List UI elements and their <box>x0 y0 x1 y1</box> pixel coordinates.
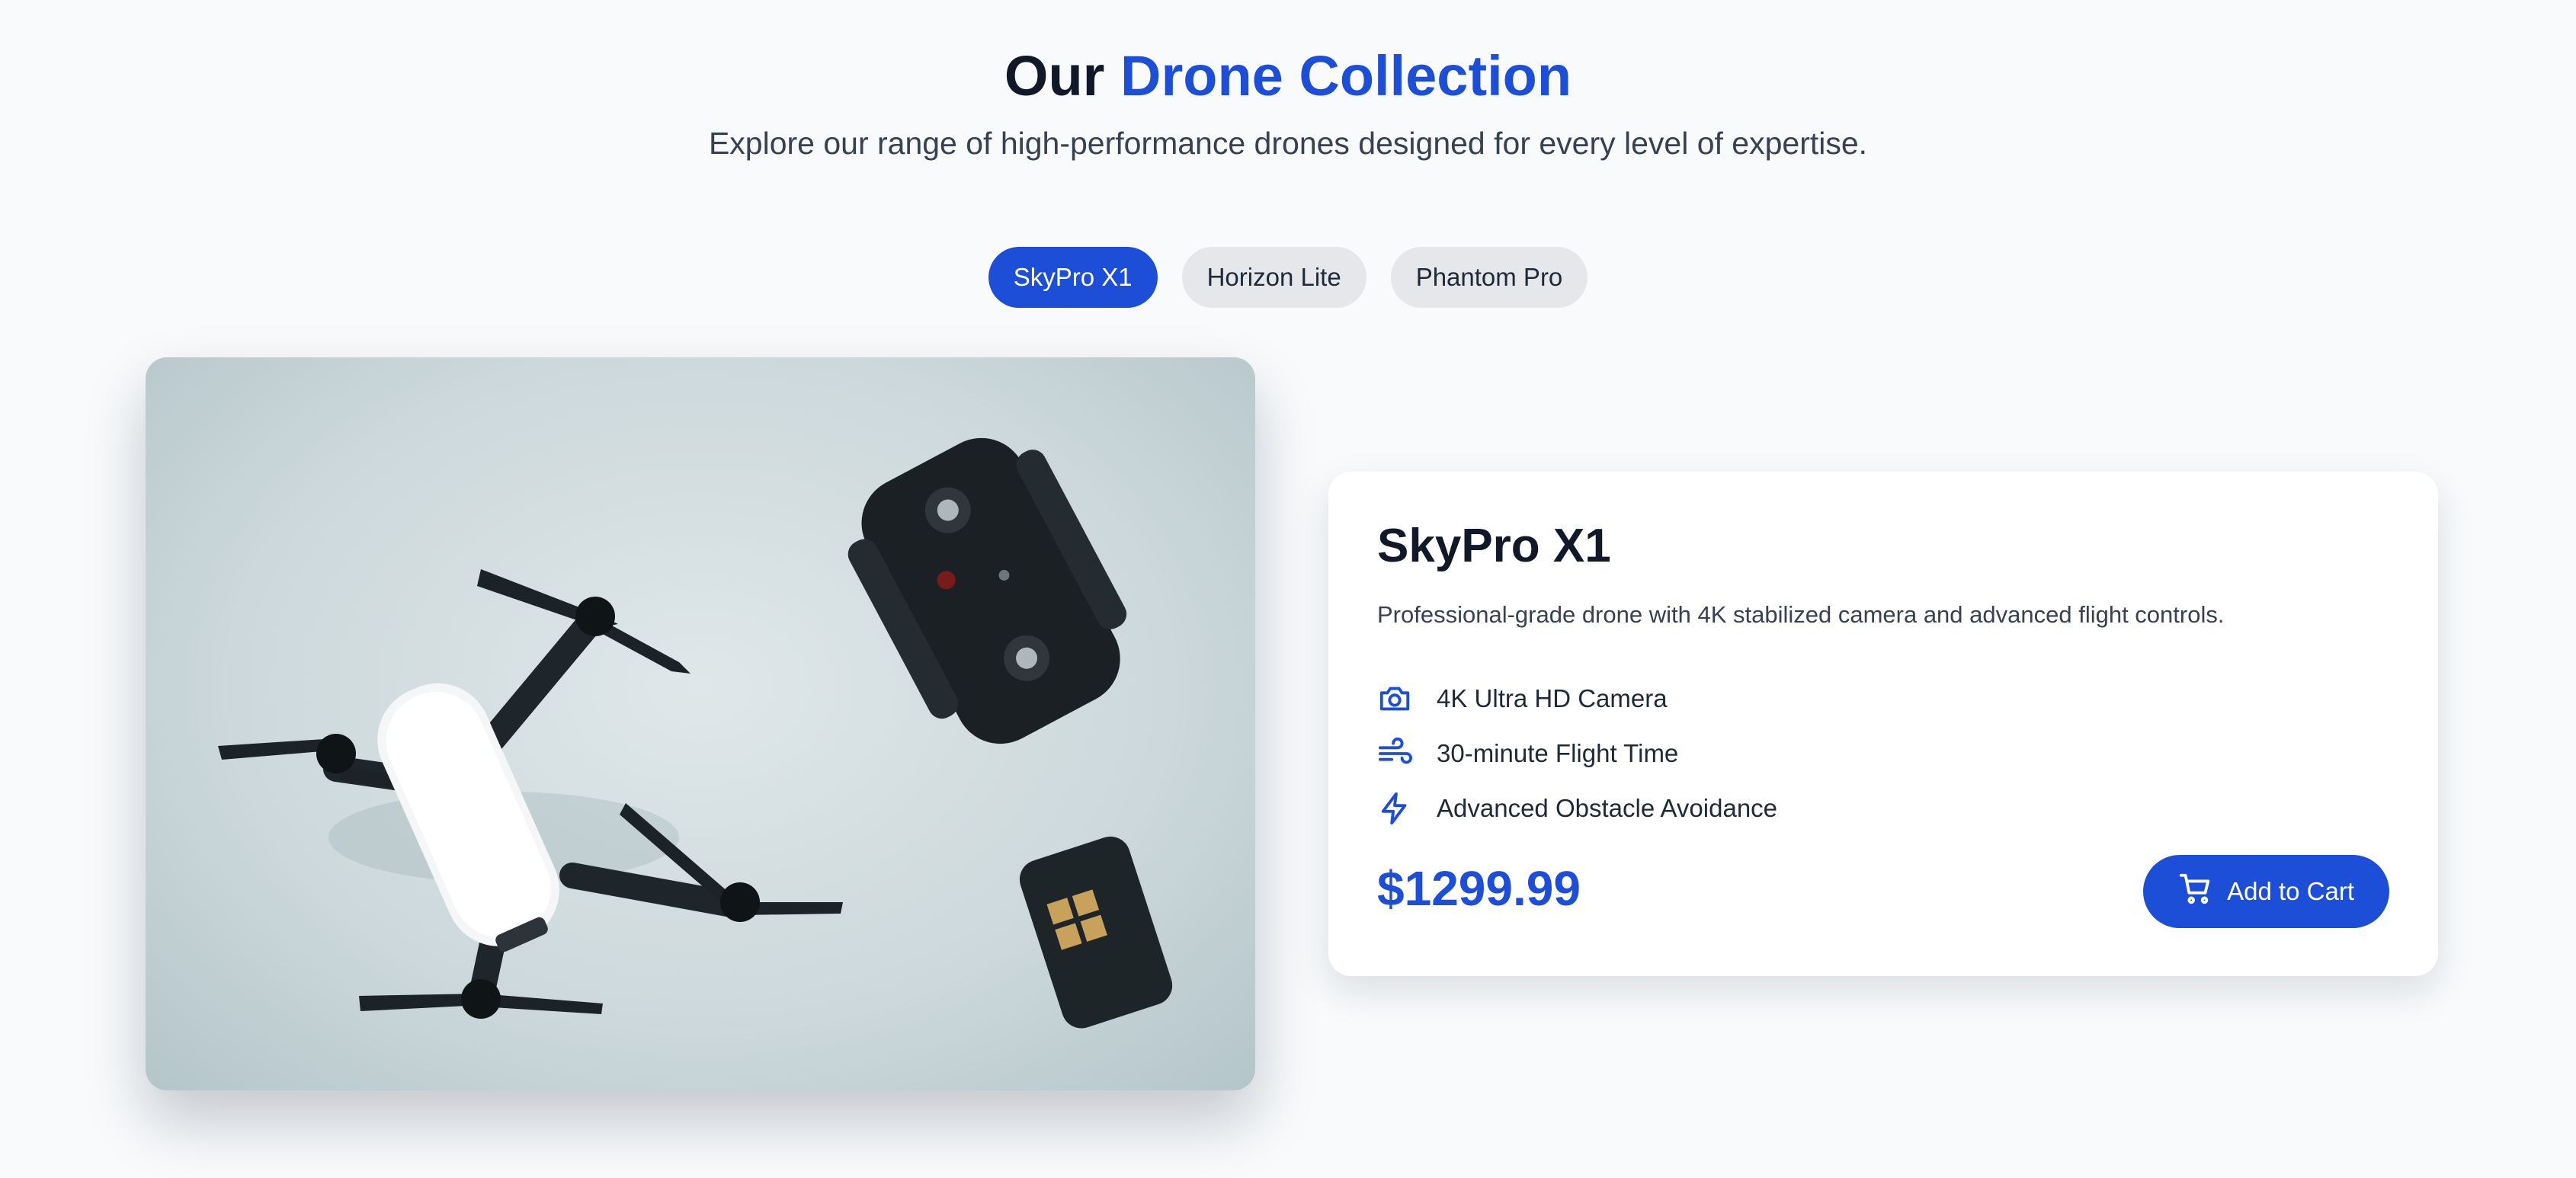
lightning-icon <box>1377 791 1412 826</box>
product-price: $1299.99 <box>1377 861 1581 916</box>
page-subtitle: Explore our range of high-performance dr… <box>708 126 1868 161</box>
tab-phantom-pro[interactable]: Phantom Pro <box>1390 247 1588 308</box>
product-name: SkyPro X1 <box>1377 520 1611 572</box>
feature-label: 30-minute Flight Time <box>1437 739 1679 767</box>
product-description: Professional-grade drone with 4K stabili… <box>1377 601 2225 628</box>
camera-icon <box>1377 681 1412 716</box>
product-info-card: SkyPro X1 Professional-grade drone with … <box>1328 472 2438 976</box>
feature-item: 30-minute Flight Time <box>1377 726 1777 781</box>
feature-label: 4K Ultra HD Camera <box>1437 684 1668 712</box>
add-to-cart-button[interactable]: Add to Cart <box>2143 855 2389 928</box>
product-tabs: SkyPro X1 Horizon Lite Phantom Pro <box>0 247 2576 308</box>
title-prefix: Our <box>1004 44 1105 107</box>
title-accent: Drone Collection <box>1120 44 1572 107</box>
feature-list: 4K Ultra HD Camera 30-minute Flight Time… <box>1377 671 1777 836</box>
add-to-cart-label: Add to Cart <box>2227 877 2354 905</box>
cart-icon <box>2178 871 2213 912</box>
wind-icon <box>1377 736 1412 771</box>
feature-item: 4K Ultra HD Camera <box>1377 671 1777 726</box>
feature-label: Advanced Obstacle Avoidance <box>1437 794 1778 822</box>
page-header: Our Drone Collection Explore our range o… <box>0 40 2576 165</box>
feature-item: Advanced Obstacle Avoidance <box>1377 781 1777 836</box>
page-title: Our Drone Collection <box>0 40 2576 113</box>
drone-photo <box>218 437 1173 1029</box>
product-image <box>146 357 1255 1090</box>
tab-skypro-x1[interactable]: SkyPro X1 <box>988 247 1158 308</box>
tab-horizon-lite[interactable]: Horizon Lite <box>1181 247 1366 308</box>
